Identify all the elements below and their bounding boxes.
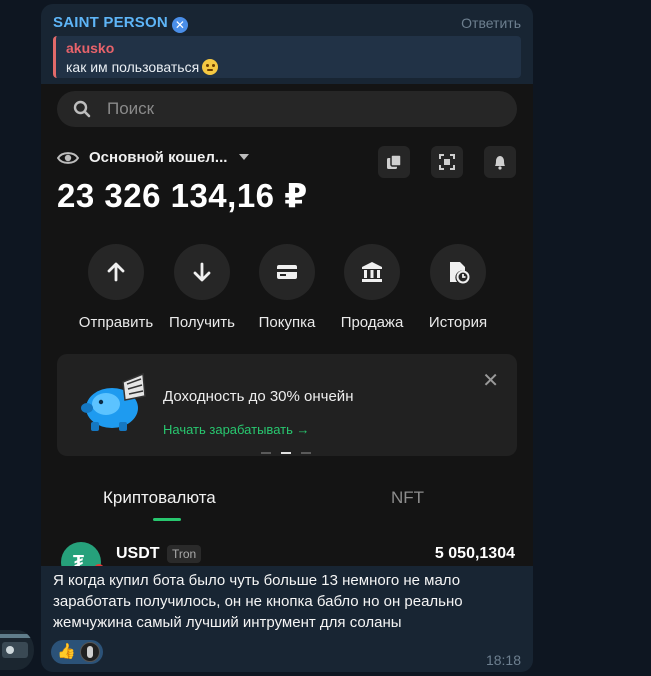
sell-label: Продажа xyxy=(340,314,404,331)
history-label: История xyxy=(428,314,488,331)
history-icon xyxy=(450,262,470,284)
verified-badge-icon: ✕ xyxy=(171,17,188,33)
message-bubble: SAINT PERSON ✕ Ответить akusko как им пол… xyxy=(41,4,533,672)
receive-action: Получить xyxy=(157,244,247,331)
arrow-down-icon xyxy=(193,262,211,282)
chevron-down-icon xyxy=(239,154,249,160)
carousel-dot xyxy=(261,451,271,454)
reaction-user-avatar[interactable] xyxy=(80,642,100,662)
tab-nft: NFT xyxy=(391,488,425,507)
message-text: Я когда купил бота было чуть больше 13 н… xyxy=(53,572,463,631)
tether-icon: ₮ xyxy=(61,542,104,566)
scan-icon xyxy=(439,154,455,170)
avatar-image-detail xyxy=(2,642,28,658)
promo-banner: Доходность до 30% ончейн Начать зарабаты… xyxy=(57,354,517,456)
buy-label: Покупка xyxy=(258,314,316,331)
thumbs-up-icon[interactable]: 👍 xyxy=(57,644,76,660)
arrow-right-icon: → xyxy=(296,422,310,437)
copy-button xyxy=(378,146,410,178)
reactions-bar[interactable]: 👍 xyxy=(51,640,103,664)
search-icon xyxy=(73,100,91,118)
reply-button[interactable]: Ответить xyxy=(461,15,521,31)
active-tab-indicator xyxy=(153,518,181,521)
sender-avatar[interactable] xyxy=(0,630,34,670)
tab-crypto: Криптовалюта xyxy=(103,488,216,507)
quoted-message[interactable]: akusko как им пользоваться xyxy=(53,36,521,78)
avatar-image-detail xyxy=(0,634,34,638)
asset-name: USDT xyxy=(116,545,160,562)
promo-title: Доходность до 30% ончейн xyxy=(163,388,354,405)
scan-button xyxy=(431,146,463,178)
message-header: SAINT PERSON ✕ Ответить xyxy=(53,14,521,34)
eye-icon xyxy=(57,152,79,164)
wallet-name: Основной кошел... xyxy=(89,149,228,166)
buy-action: Покупка xyxy=(242,244,332,331)
send-label: Отправить xyxy=(78,314,154,331)
quote-author: akusko xyxy=(66,40,115,56)
start-earning-link: Начать зарабатывать → xyxy=(163,422,310,437)
notifications-button xyxy=(484,146,516,178)
carousel-dot xyxy=(301,451,311,454)
carousel-dots xyxy=(261,444,321,462)
asset-network: Tron xyxy=(167,545,202,563)
wallet-balance: 23 326 134,16 ₽ xyxy=(57,177,308,214)
message-time: 18:18 xyxy=(485,652,521,668)
bell-icon xyxy=(495,156,505,170)
pleading-face-emoji-icon xyxy=(202,59,219,75)
sell-action: Продажа xyxy=(327,244,417,331)
send-action: Отправить xyxy=(71,244,161,331)
history-action: История xyxy=(413,244,503,331)
search-placeholder: Поиск xyxy=(107,99,155,118)
copy-icon xyxy=(387,154,402,169)
carousel-dot-active xyxy=(281,451,291,454)
sender-name[interactable]: SAINT PERSON xyxy=(53,14,168,31)
quote-text: как им пользоваться xyxy=(66,59,200,75)
card-icon xyxy=(277,265,297,279)
receive-label: Получить xyxy=(169,314,235,331)
piggy-bank-icon xyxy=(81,372,146,431)
promo-link-label: Начать зарабатывать xyxy=(163,422,293,437)
arrow-up-icon xyxy=(107,262,125,282)
wallet-screenshot[interactable]: Поиск Основной кошел... 23 326 134,16 ₽ … xyxy=(41,84,533,566)
asset-value: 5 050,1304 xyxy=(434,545,515,562)
network-badge-icon xyxy=(94,564,104,566)
search-bar: Поиск xyxy=(57,91,517,127)
bank-icon xyxy=(362,262,382,282)
close-icon: ✕ xyxy=(482,370,499,392)
